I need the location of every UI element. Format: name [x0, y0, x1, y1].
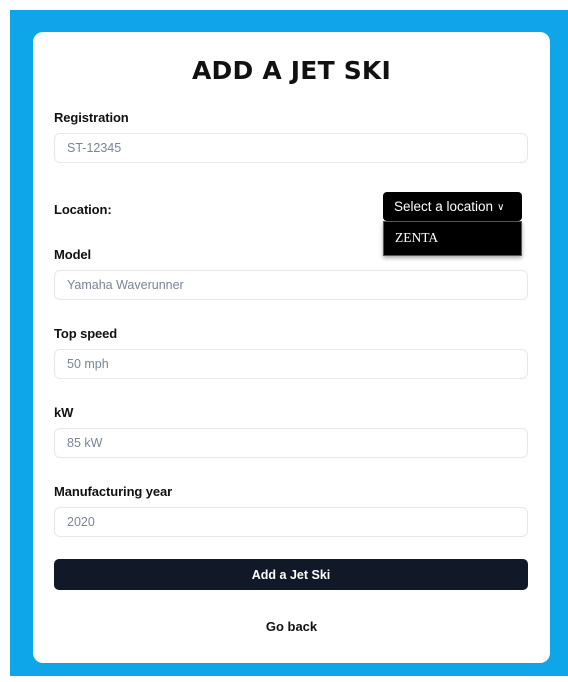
go-back-link[interactable]: Go back	[33, 619, 550, 634]
kw-label: kW	[54, 405, 74, 420]
model-label: Model	[54, 247, 92, 262]
manufacturing-year-input[interactable]	[54, 507, 528, 537]
location-option-zenta[interactable]: ZENTA	[395, 230, 438, 246]
location-dropdown: ZENTA	[383, 221, 522, 256]
add-jet-ski-button[interactable]: Add a Jet Ski	[54, 559, 528, 590]
location-label: Location:	[54, 202, 112, 217]
location-select-label: Select a location	[394, 199, 494, 214]
top-speed-label: Top speed	[54, 326, 118, 341]
model-input[interactable]	[54, 270, 528, 300]
registration-input[interactable]	[54, 133, 528, 163]
registration-label: Registration	[54, 110, 129, 125]
add-jet-ski-card: ADD A JET SKI Registration Location: Sel…	[33, 32, 550, 663]
top-speed-input[interactable]	[54, 349, 528, 379]
kw-input[interactable]	[54, 428, 528, 458]
chevron-down-icon: ∨	[497, 202, 505, 213]
manufacturing-year-label: Manufacturing year	[54, 484, 173, 499]
page-title: ADD A JET SKI	[191, 56, 392, 85]
location-select[interactable]: Select a location ∨	[383, 192, 522, 221]
